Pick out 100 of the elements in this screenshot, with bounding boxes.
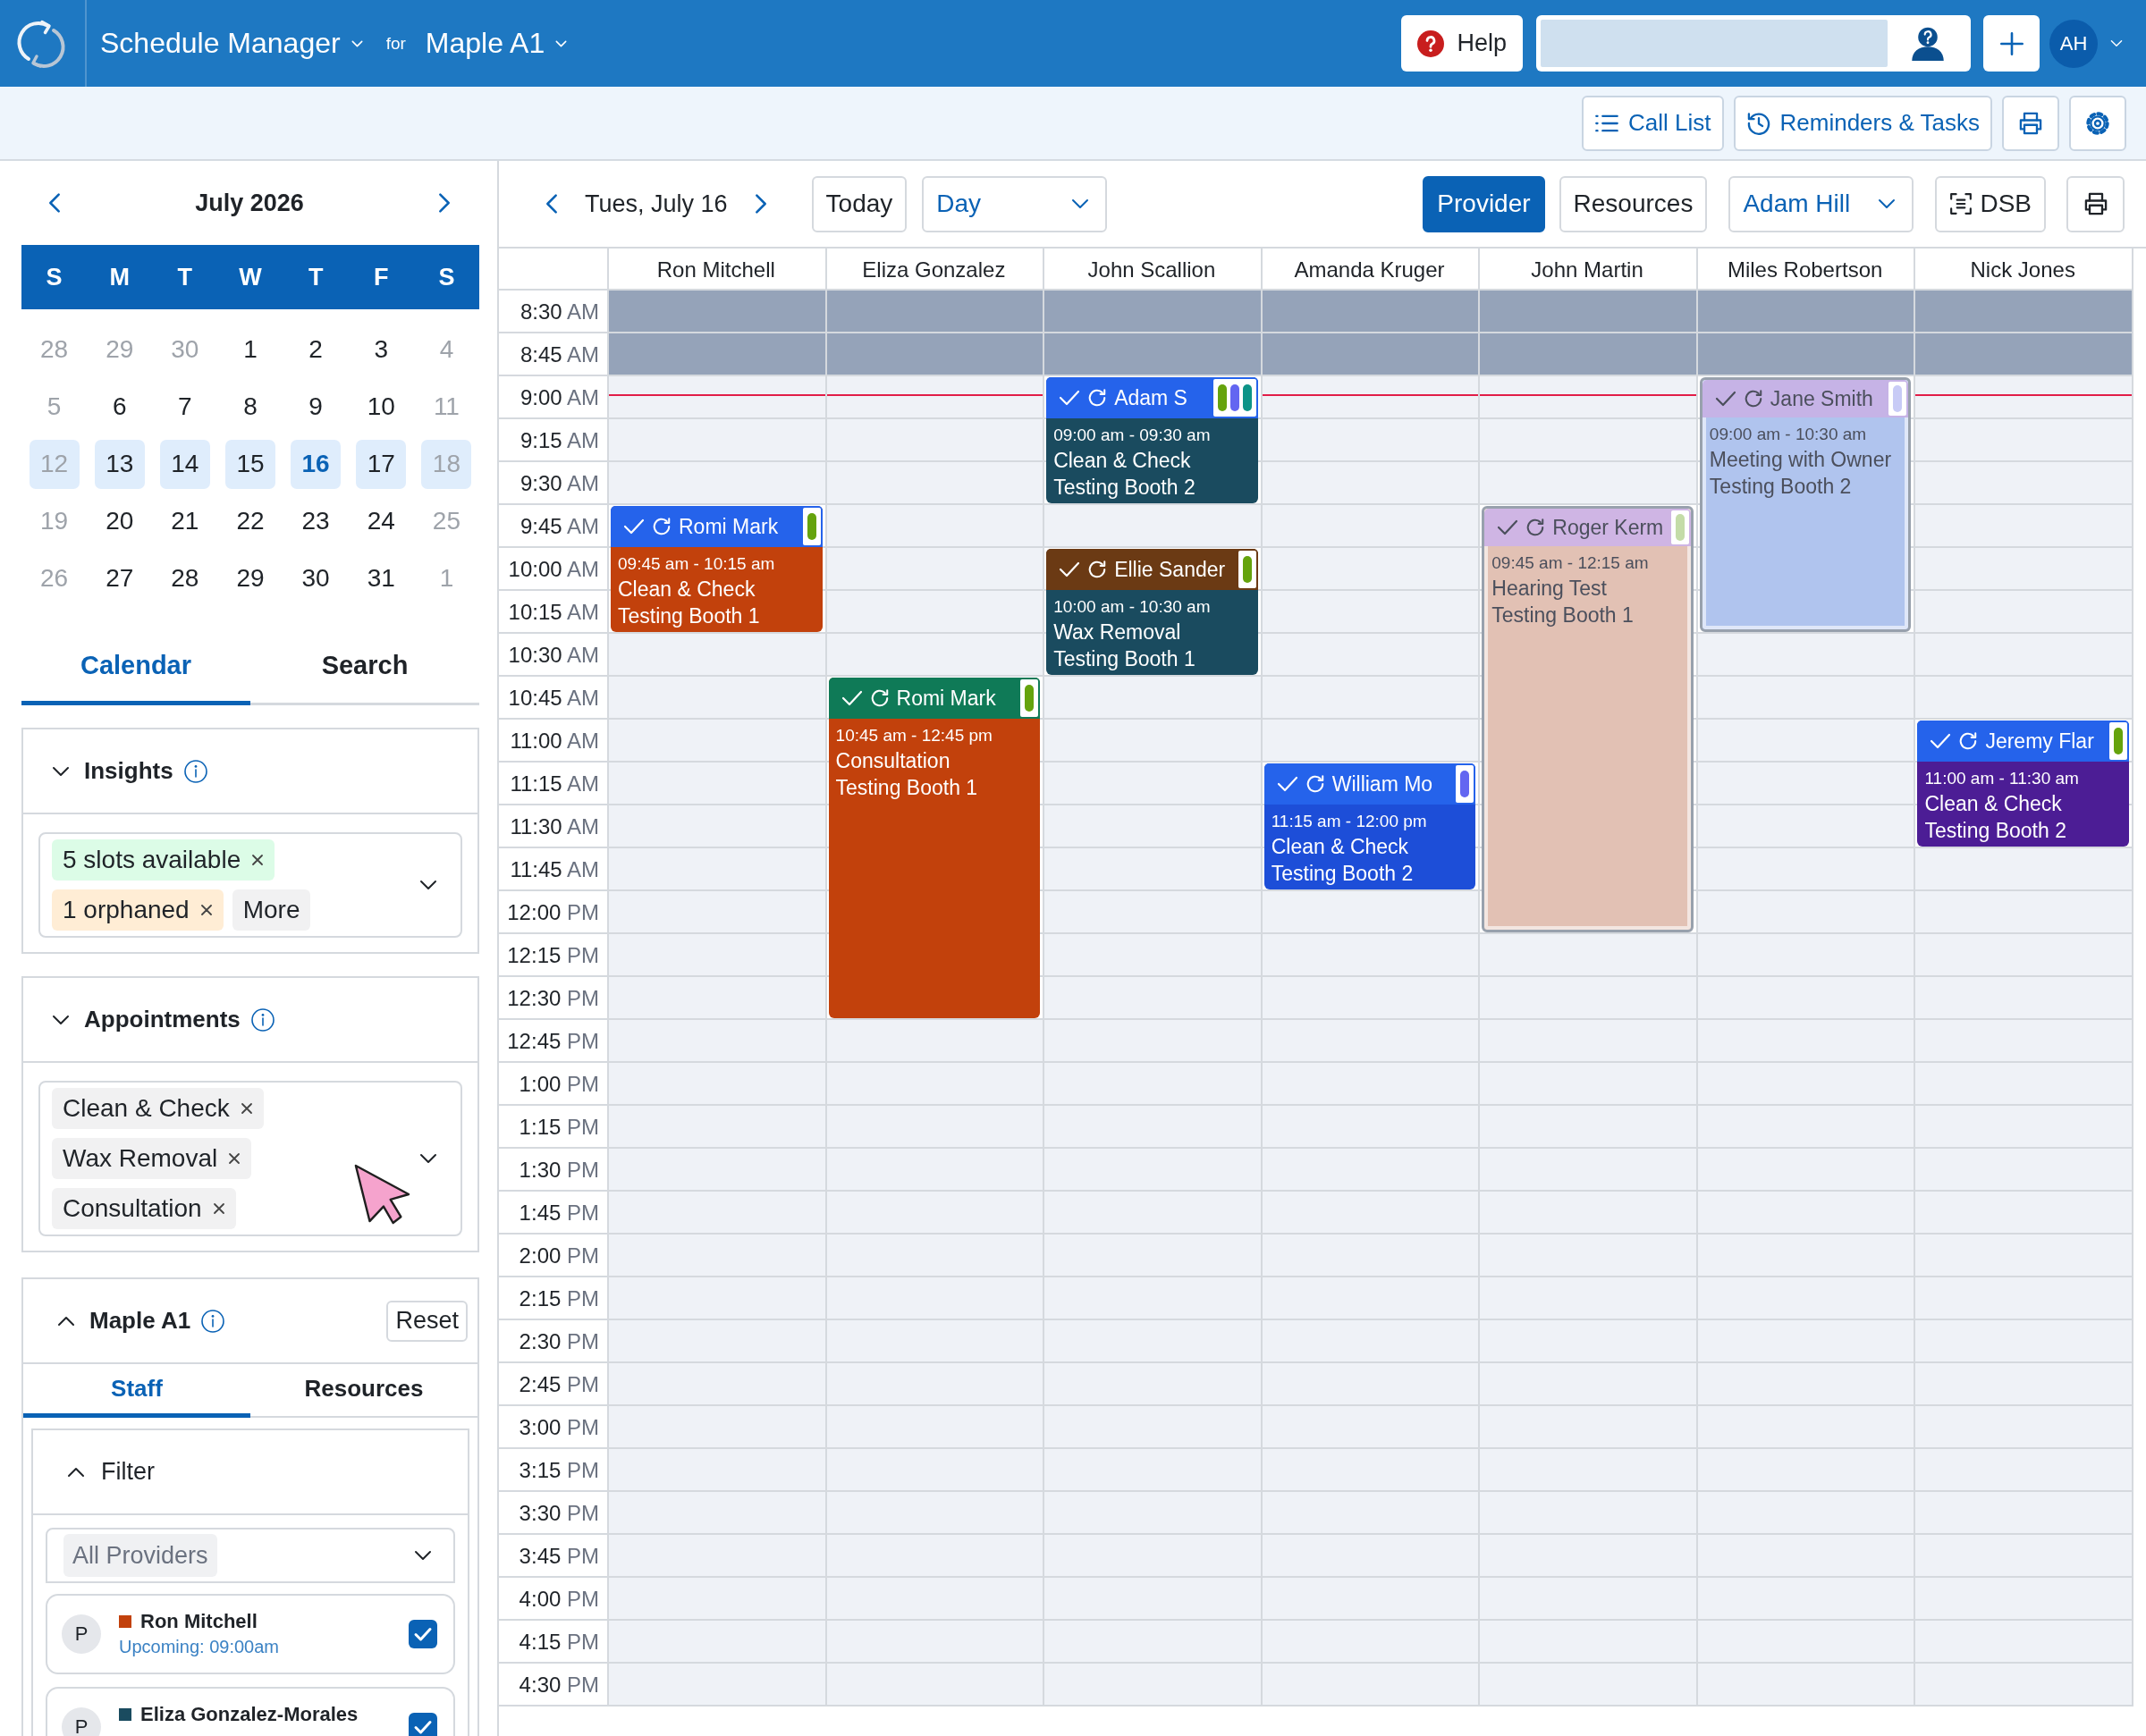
calendar-day[interactable]: 1: [225, 324, 275, 375]
calendar-day[interactable]: 28: [159, 553, 210, 603]
calendar-day[interactable]: 29: [225, 553, 275, 603]
reset-button[interactable]: Reset: [386, 1300, 468, 1342]
appointment-card[interactable]: Ellie Sander 10:00 am - 10:30 am Wax Removal Testing Booth 1: [1046, 549, 1258, 675]
filter-chip[interactable]: Wax Removal: [52, 1138, 252, 1179]
checkbox[interactable]: [409, 1620, 437, 1648]
view-mode-tab[interactable]: Provider: [1423, 175, 1545, 232]
next-month-button[interactable]: [438, 192, 451, 214]
previous-month-button[interactable]: [48, 192, 61, 214]
panel-tab[interactable]: Resources: [250, 1364, 477, 1418]
calendar-day[interactable]: 9: [291, 382, 342, 432]
blocked-time-slot[interactable]: [1695, 291, 1914, 333]
chevron-down-icon[interactable]: [52, 1014, 70, 1025]
chevron-up-icon[interactable]: [57, 1315, 75, 1327]
appointment-card[interactable]: Romi Mark 09:45 am - 10:15 am Clean & Check Testing Booth 1: [611, 506, 823, 632]
provider-card[interactable]: P Ron Mitchell Upcoming: 09:00am: [46, 1594, 455, 1674]
blocked-time-slot[interactable]: [1478, 333, 1696, 376]
blocked-time-slot[interactable]: [1043, 291, 1261, 333]
time-slot[interactable]: [824, 376, 1043, 419]
provider-chip[interactable]: All Providers: [63, 1534, 217, 1577]
info-icon[interactable]: [201, 1309, 225, 1333]
calendar-day[interactable]: 16: [291, 439, 342, 489]
close-icon[interactable]: [251, 854, 265, 866]
calendar-day[interactable]: 10: [356, 382, 407, 432]
close-icon[interactable]: [212, 1202, 225, 1215]
calendar-day[interactable]: 8: [225, 382, 275, 432]
calendar-day[interactable]: 30: [291, 553, 342, 603]
next-day-button[interactable]: [754, 193, 767, 215]
blocked-time-slot[interactable]: [824, 291, 1043, 333]
blocked-time-slot[interactable]: [1914, 291, 2132, 333]
blocked-time-slot[interactable]: [1478, 291, 1696, 333]
close-icon[interactable]: [228, 1152, 241, 1165]
app-menu-button[interactable]: Schedule Manager: [100, 27, 363, 60]
user-question-icon[interactable]: [1911, 26, 1945, 61]
calendar-day[interactable]: 31: [356, 553, 407, 603]
print-button[interactable]: [2002, 95, 2059, 151]
appointment-type-field[interactable]: Clean & Check Wax Removal Consultation: [38, 1081, 462, 1236]
close-icon[interactable]: [199, 904, 213, 916]
panel-tab[interactable]: Staff: [23, 1364, 250, 1418]
checkbox[interactable]: [409, 1713, 437, 1736]
appointment-card[interactable]: Roger Kerm 09:45 am - 12:15 am Hearing Test Testing Booth 1: [1482, 506, 1694, 932]
calendar-day[interactable]: 6: [94, 382, 145, 432]
user-avatar[interactable]: AH: [2049, 19, 2098, 68]
calendar-day[interactable]: 7: [159, 382, 210, 432]
appointment-card[interactable]: Romi Mark 10:45 am - 12:45 pm Consultation Testing Booth 1: [828, 678, 1041, 1018]
location-menu-button[interactable]: Maple A1: [425, 27, 568, 60]
add-button[interactable]: [1983, 15, 2040, 72]
blocked-time-slot[interactable]: [824, 333, 1043, 376]
help-button[interactable]: Help: [1401, 15, 1523, 72]
calendar-day[interactable]: 21: [159, 496, 210, 546]
sidebar-tab[interactable]: Calendar: [21, 630, 250, 705]
chevron-down-icon[interactable]: [419, 880, 437, 890]
provider-card[interactable]: P Eliza Gonzalez-Morales: [46, 1687, 455, 1736]
blocked-time-slot[interactable]: [1043, 333, 1261, 376]
calendar-day[interactable]: 23: [291, 496, 342, 546]
calendar-day[interactable]: 14: [159, 439, 210, 489]
insights-filter-field[interactable]: 5 slots available 1 orphaned More: [38, 832, 462, 938]
chevron-down-icon[interactable]: [52, 765, 70, 777]
view-select[interactable]: Day: [922, 175, 1108, 232]
today-button[interactable]: Today: [811, 175, 908, 232]
calendar-day[interactable]: 22: [225, 496, 275, 546]
calendar-day[interactable]: 13: [94, 439, 145, 489]
blocked-time-slot[interactable]: [1260, 333, 1479, 376]
filter-chip[interactable]: 1 orphaned: [52, 889, 224, 931]
calendar-day[interactable]: 27: [94, 553, 145, 603]
blocked-time-slot[interactable]: [1260, 291, 1479, 333]
view-mode-tab[interactable]: Resources: [1559, 175, 1708, 232]
calendar-day[interactable]: 15: [225, 439, 275, 489]
time-slot[interactable]: [1260, 376, 1479, 419]
chevron-up-icon[interactable]: [67, 1466, 85, 1478]
calendar-day[interactable]: 3: [356, 324, 407, 375]
dsb-button[interactable]: DSB: [1935, 175, 2046, 232]
sidebar-tab[interactable]: Search: [250, 630, 479, 705]
search-field[interactable]: [1541, 20, 1888, 67]
appointment-card[interactable]: Jeremy Flar 11:00 am - 11:30 am Clean & Check Testing Booth 2: [1917, 721, 2129, 847]
calendar-day[interactable]: 17: [356, 439, 407, 489]
calendar-day[interactable]: 2: [291, 324, 342, 375]
blocked-time-slot[interactable]: [1695, 333, 1914, 376]
provider-filter-field[interactable]: All Providers: [46, 1528, 455, 1583]
filter-chip[interactable]: Clean & Check: [52, 1088, 264, 1129]
info-icon[interactable]: [250, 1007, 275, 1032]
filter-chip[interactable]: More: [232, 889, 311, 931]
chevron-down-icon[interactable]: [414, 1550, 432, 1561]
time-slot[interactable]: [1478, 376, 1696, 419]
filter-chip[interactable]: Consultation: [52, 1188, 236, 1229]
time-slot[interactable]: [607, 376, 825, 419]
blocked-time-slot[interactable]: [1914, 333, 2132, 376]
appointment-card[interactable]: Jane Smith 09:00 am - 10:30 am Meeting with Owner Testing Booth 2: [1699, 377, 1912, 632]
blocked-time-slot[interactable]: [607, 333, 825, 376]
chevron-down-icon[interactable]: [419, 1153, 437, 1164]
reminders-button[interactable]: Reminders & Tasks: [1733, 95, 1992, 151]
settings-button[interactable]: [2069, 95, 2126, 151]
calendar-day[interactable]: 24: [356, 496, 407, 546]
calendar-day[interactable]: 20: [94, 496, 145, 546]
appointment-card[interactable]: William Mo 11:15 am - 12:00 pm Clean & Check Testing Booth 2: [1263, 763, 1476, 889]
call-list-button[interactable]: Call List: [1582, 95, 1724, 151]
previous-day-button[interactable]: [545, 193, 558, 215]
filter-chip[interactable]: 5 slots available: [52, 839, 275, 881]
time-slot[interactable]: [1914, 376, 2132, 419]
